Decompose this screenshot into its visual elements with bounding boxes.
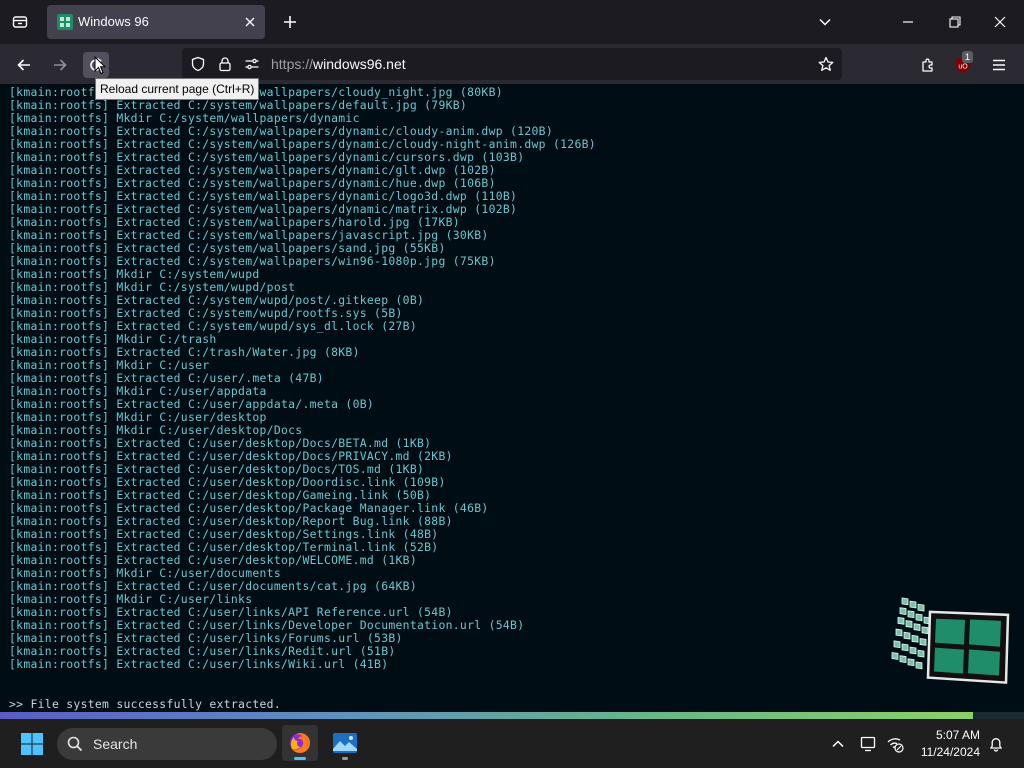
search-label: Search [93, 736, 138, 752]
back-button[interactable] [11, 52, 37, 78]
url-host: windows96.net [313, 56, 406, 72]
lock-icon[interactable] [217, 56, 233, 72]
star-icon[interactable] [818, 56, 834, 72]
url-text: https://windows96.net [271, 56, 406, 72]
arrow-right-icon [54, 59, 67, 71]
url-scheme: https:// [271, 56, 314, 72]
terminal-final-message: >> File system successfully extracted. [9, 697, 281, 711]
arrow-left-icon [17, 59, 30, 71]
chevron-up-icon [832, 740, 844, 748]
boot-progress-fill [0, 712, 973, 719]
taskbar: Search 5:07 AM 11/24/2024 [0, 719, 1024, 768]
close-icon [994, 16, 1006, 28]
open-app-indicator [342, 757, 348, 760]
minimize-button[interactable] [896, 10, 920, 34]
firefox-icon [290, 733, 310, 753]
menu-button[interactable] [986, 52, 1012, 78]
close-icon [245, 17, 255, 27]
windows-start-icon[interactable] [20, 732, 44, 756]
permissions-icon[interactable] [244, 56, 260, 72]
tab-close-button[interactable] [241, 13, 259, 31]
active-app-indicator [294, 757, 306, 760]
clock-date[interactable]: 11/24/2024 [921, 745, 980, 759]
plus-icon [284, 16, 296, 28]
extensions-button[interactable] [915, 52, 941, 78]
puzzle-icon [922, 58, 933, 72]
terminal-log: [kmain:rootfs] Extracted C:/system/wallp… [9, 86, 596, 671]
list-all-tabs-button[interactable] [813, 10, 837, 34]
terminal-line: [kmain:rootfs] Extracted C:/user/links/W… [9, 657, 389, 671]
monitor-clipboard-icon [860, 736, 876, 752]
new-tab-button[interactable] [278, 10, 302, 34]
bell-icon [989, 738, 1003, 752]
network-tray-button[interactable] [886, 735, 904, 753]
boot-terminal: [kmain:rootfs] Extracted C:/system/wallp… [0, 84, 1024, 712]
chevron-down-icon [819, 18, 831, 26]
svg-text:uO: uO [958, 64, 968, 71]
windows96-favicon-icon [57, 14, 73, 30]
taskbar-search[interactable]: Search [57, 728, 277, 760]
shield-icon[interactable] [190, 56, 206, 72]
search-icon [67, 736, 83, 752]
tab-windows96[interactable]: Windows 96 [47, 5, 265, 39]
url-bar[interactable]: https://windows96.net [182, 48, 842, 80]
show-hidden-icons-button[interactable] [829, 735, 847, 753]
clock-time[interactable]: 5:07 AM [936, 728, 980, 742]
boot-progress-bar [0, 712, 1024, 719]
restore-icon [949, 16, 961, 28]
forward-button[interactable] [47, 52, 73, 78]
minimize-icon [903, 21, 913, 23]
tab-bar: Windows 96 [0, 0, 1024, 44]
reload-tooltip: Reload current page (Ctrl+R) [95, 78, 260, 100]
taskbar-firefox[interactable] [282, 725, 318, 761]
photos-icon [333, 733, 357, 753]
network-disconnected-icon [887, 738, 904, 753]
restore-button[interactable] [943, 10, 967, 34]
tab-list-button[interactable] [8, 10, 32, 34]
tab-title: Windows 96 [78, 14, 149, 29]
hamburger-menu-icon [993, 59, 1005, 71]
close-window-button[interactable] [988, 10, 1012, 34]
windows96-logo-icon [891, 597, 1010, 684]
tab-list-icon [12, 16, 28, 28]
notifications-button[interactable] [987, 735, 1005, 753]
extension-badge: 1 [962, 51, 974, 63]
clipboard-tray-button[interactable] [860, 735, 878, 753]
taskbar-photos[interactable] [327, 725, 363, 761]
mouse-cursor-icon [94, 56, 106, 75]
